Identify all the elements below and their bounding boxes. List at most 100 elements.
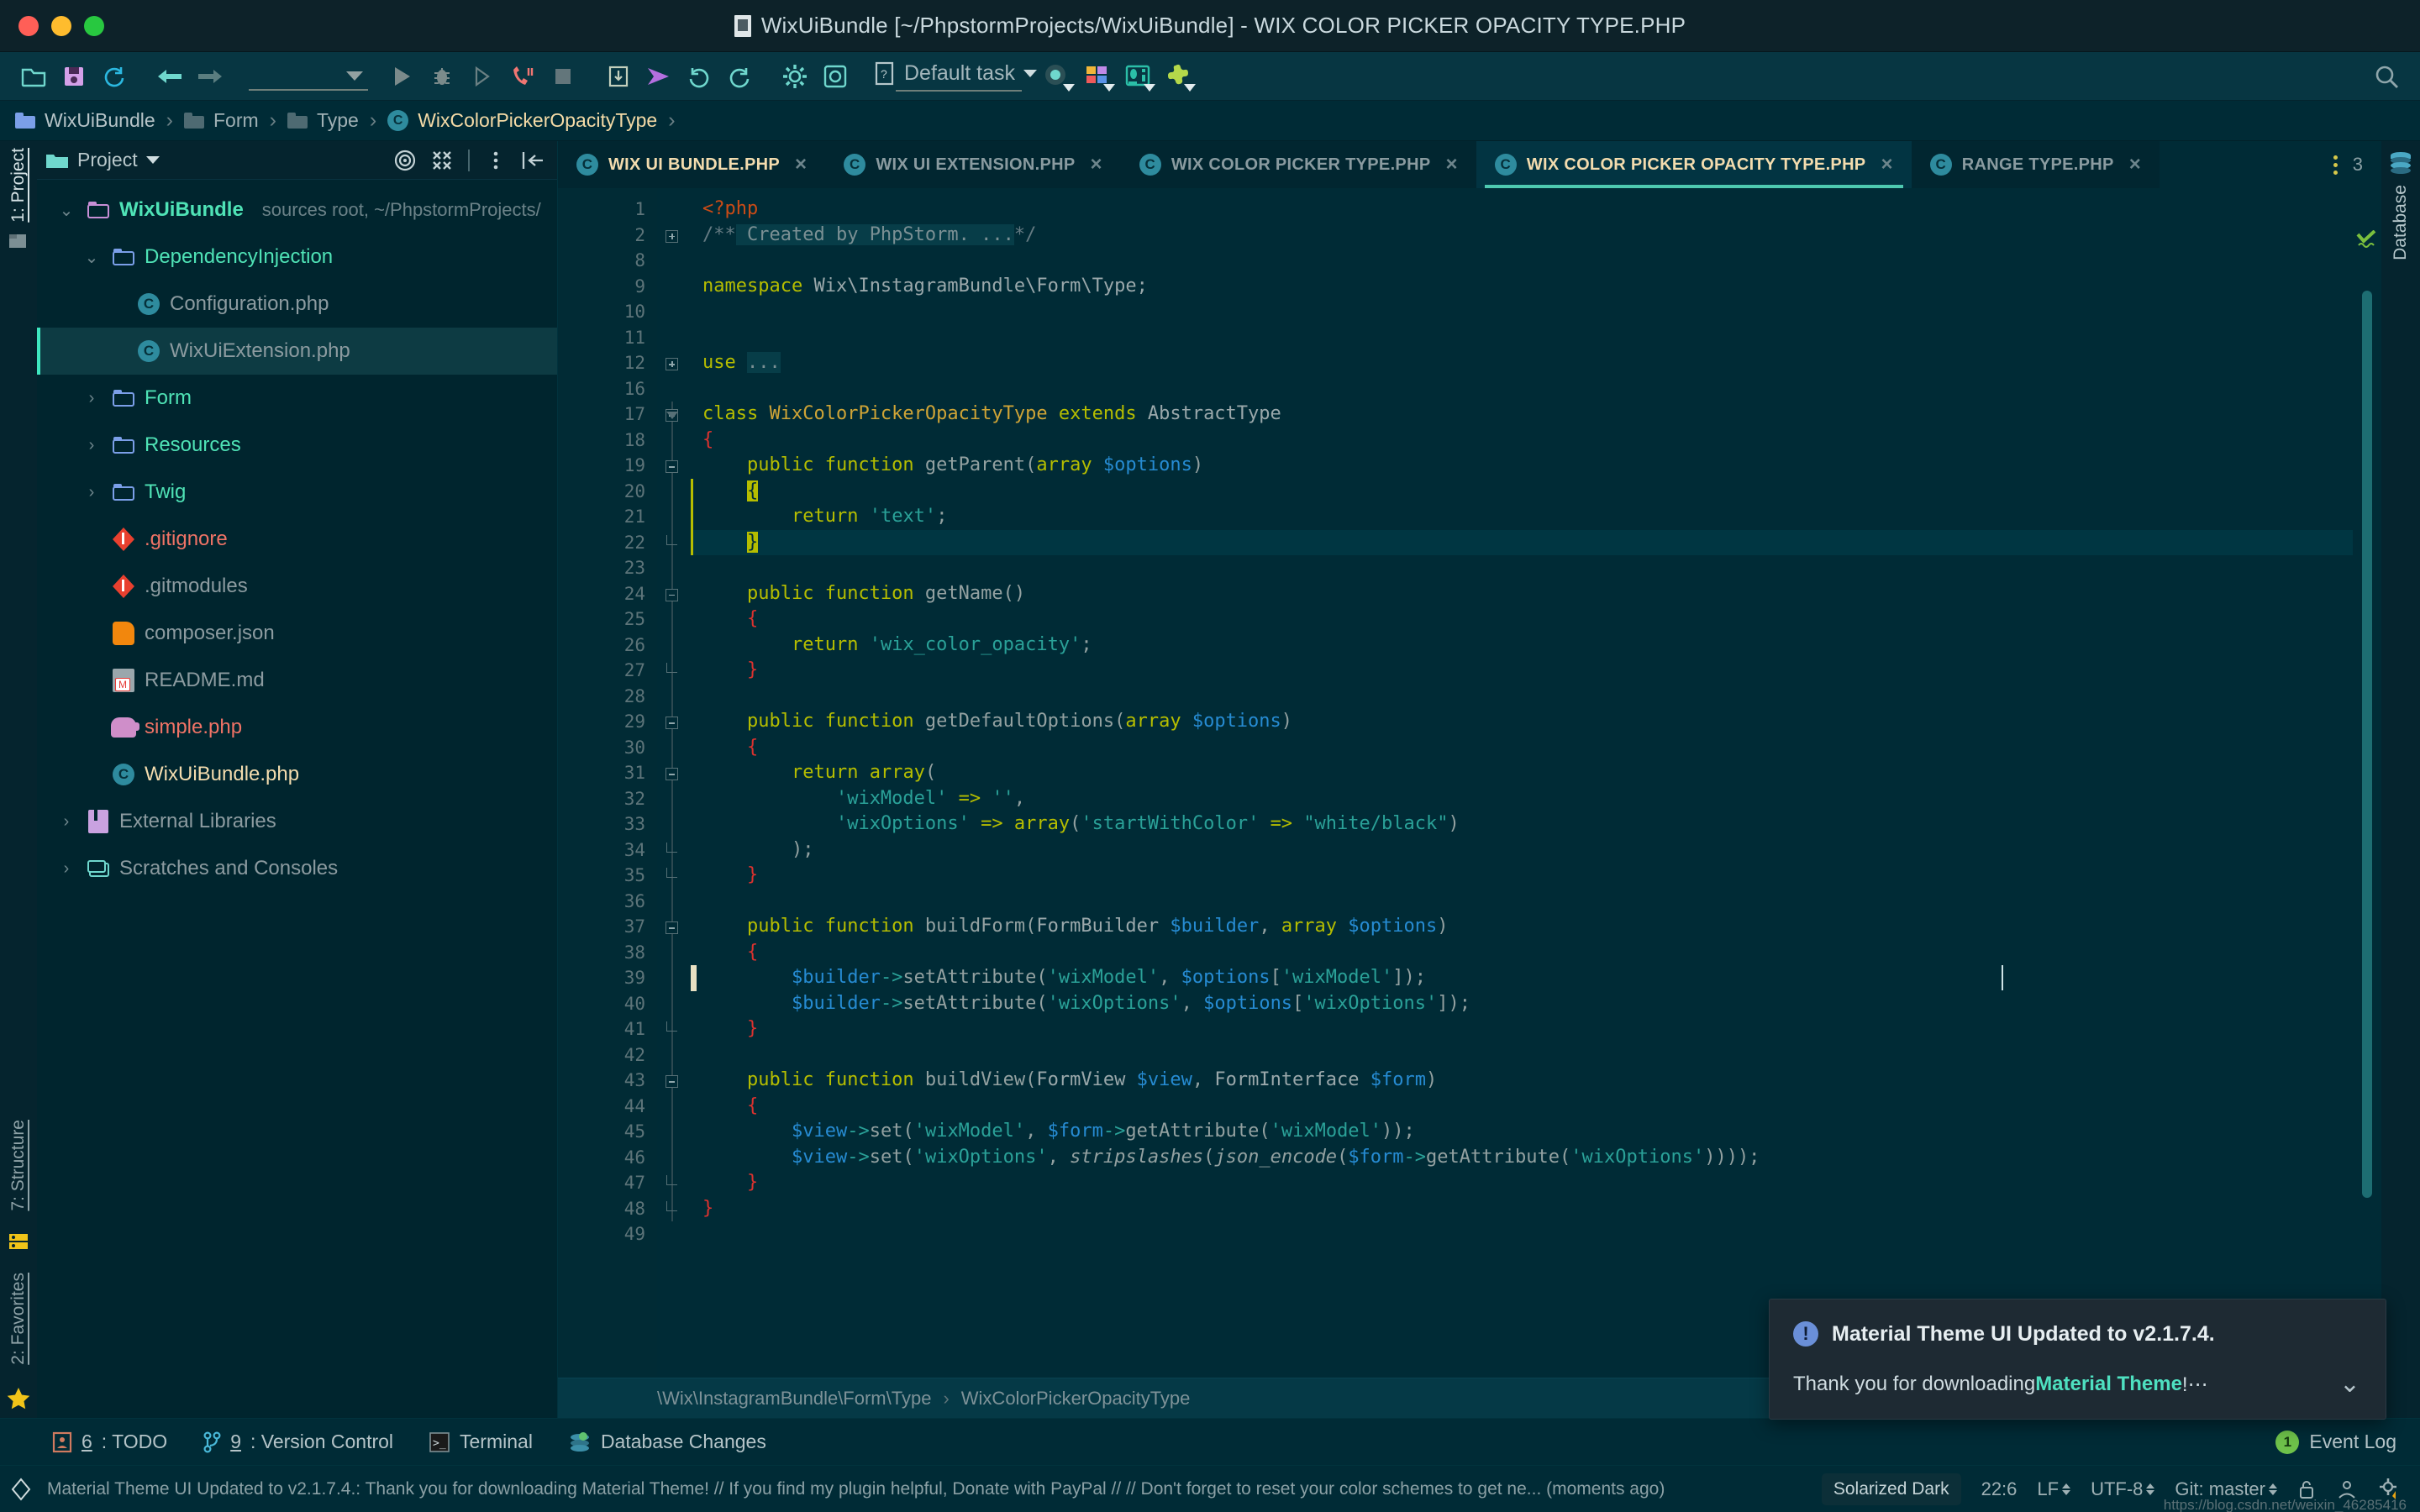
tree-item[interactable]: .gitmodules <box>37 563 557 610</box>
sidebar-item-database[interactable]: Database <box>2391 185 2411 260</box>
fold-marker[interactable] <box>657 274 691 300</box>
chevron-down-icon[interactable] <box>145 156 160 164</box>
code-line[interactable]: use ... <box>691 350 2353 376</box>
code-line[interactable]: $builder->setAttribute('wixOptions', $op… <box>691 991 2353 1017</box>
window-controls[interactable] <box>18 15 104 36</box>
encoding-selector[interactable]: UTF-8 <box>2091 1478 2155 1500</box>
close-icon[interactable]: × <box>2129 153 2141 176</box>
breadcrumb-item-3[interactable]: C WixColorPickerOpacityType <box>387 109 657 132</box>
project-tree[interactable]: ⌄ WixUiBundle sources root, ~/PhpstormProj… <box>37 180 557 1418</box>
tree-expand-arrow-icon[interactable]: › <box>55 859 77 879</box>
fold-marker[interactable] <box>657 709 691 735</box>
fold-marker[interactable] <box>657 1042 691 1068</box>
code-line[interactable]: { <box>691 735 2353 761</box>
fold-marker[interactable] <box>657 990 691 1016</box>
code-line[interactable]: } <box>691 1196 2353 1222</box>
tree-item[interactable]: › Scratches and Consoles <box>37 845 557 892</box>
code-line[interactable]: } <box>691 1016 2353 1042</box>
code-line[interactable]: $view->set('wixOptions', stripslashes(js… <box>691 1145 2353 1171</box>
run-with-coverage-icon[interactable] <box>462 59 502 94</box>
code-line[interactable]: ); <box>691 837 2353 864</box>
fold-collapse-icon[interactable] <box>666 768 678 780</box>
fold-marker[interactable] <box>657 1068 691 1094</box>
tab-options-kebab-icon[interactable] <box>2333 155 2338 175</box>
history-icon[interactable] <box>719 59 760 94</box>
close-icon[interactable]: × <box>1445 153 1457 176</box>
database-icon[interactable] <box>1118 59 1158 94</box>
code-content[interactable]: <?php /** Created by PhpStorm. ...*/ name… <box>691 188 2353 1378</box>
hide-panel-icon[interactable] <box>518 146 547 175</box>
tool-button-version-control[interactable]: 9: Version Control <box>203 1431 393 1453</box>
fold-collapse-icon[interactable] <box>666 921 678 934</box>
code-line[interactable]: { <box>691 606 2353 633</box>
code-line[interactable]: return 'wix_color_opacity'; <box>691 633 2353 659</box>
fold-marker[interactable] <box>657 939 691 965</box>
code-line[interactable] <box>691 248 2353 274</box>
notification-body-link[interactable]: Material Theme <box>2035 1373 2182 1396</box>
editor-tab[interactable]: C RANGE TYPE.PHP × <box>1911 141 2160 188</box>
editor-tab[interactable]: C WIX COLOR PICKER OPACITY TYPE.PHP × <box>1476 141 1912 188</box>
fold-marker[interactable] <box>657 606 691 633</box>
tab-overflow-count[interactable]: 3 <box>2353 154 2363 176</box>
fold-marker[interactable] <box>657 504 691 530</box>
code-line[interactable] <box>691 1221 2353 1247</box>
fold-collapse-icon[interactable] <box>666 1075 678 1088</box>
code-line[interactable]: { <box>691 940 2353 966</box>
fold-marker[interactable] <box>657 376 691 402</box>
open-folder-icon[interactable] <box>13 59 54 94</box>
structure-search-icon[interactable] <box>815 59 855 94</box>
code-line[interactable]: public function buildView(FormView $view… <box>691 1068 2353 1094</box>
fold-collapse-icon[interactable] <box>666 717 678 729</box>
inspection-ok-icon[interactable] <box>2356 230 2376 249</box>
breadcrumb-item-2[interactable]: Type <box>287 109 359 132</box>
fold-marker[interactable] <box>657 1016 691 1042</box>
line-separator-selector[interactable]: LF <box>2037 1478 2071 1500</box>
code-line[interactable] <box>691 889 2353 915</box>
tree-item[interactable]: C WixUiBundle.php <box>37 751 557 798</box>
event-log-button[interactable]: 1 Event Log <box>2275 1430 2420 1454</box>
update-project-icon[interactable] <box>598 59 639 94</box>
fold-marker[interactable] <box>657 1093 691 1119</box>
fold-expand-icon[interactable] <box>666 358 678 370</box>
forward-arrow-icon[interactable] <box>190 59 230 94</box>
search-icon[interactable] <box>2366 59 2407 94</box>
back-arrow-icon[interactable] <box>150 59 190 94</box>
breadcrumb-item-0[interactable]: WixUiBundle <box>15 109 155 132</box>
sidebar-item-favorites[interactable]: 2: Favorites <box>8 1273 29 1365</box>
fold-marker[interactable] <box>657 555 691 581</box>
tree-expand-arrow-icon[interactable]: › <box>81 389 103 408</box>
fold-marker[interactable] <box>657 223 691 249</box>
code-line[interactable] <box>691 1042 2353 1068</box>
code-line[interactable]: $builder->setAttribute('wixModel', $opti… <box>691 965 2353 991</box>
fold-marker[interactable] <box>657 888 691 914</box>
code-line[interactable]: public function buildForm(FormBuilder $b… <box>691 914 2353 940</box>
tree-item[interactable]: › Form <box>37 375 557 422</box>
editor-scrollbar-thumb[interactable] <box>2362 291 2372 1198</box>
locate-target-icon[interactable] <box>391 146 419 175</box>
fold-marker[interactable] <box>657 478 691 504</box>
sync-refresh-icon[interactable] <box>94 59 134 94</box>
code-folding-gutter[interactable] <box>657 188 691 1378</box>
code-line[interactable]: return 'text'; <box>691 504 2353 530</box>
code-line[interactable]: 'wixModel' => '', <box>691 786 2353 812</box>
fold-marker[interactable] <box>657 248 691 274</box>
code-line[interactable]: { <box>691 428 2353 454</box>
editor-breadcrumb-namespace[interactable]: \Wix\InstagramBundle\Form\Type <box>657 1388 931 1410</box>
save-all-icon[interactable] <box>54 59 94 94</box>
fold-marker[interactable] <box>657 914 691 940</box>
tool-button-terminal[interactable]: >_ Terminal <box>429 1431 533 1453</box>
fold-marker[interactable] <box>657 760 691 786</box>
tree-item[interactable]: .gitignore <box>37 516 557 563</box>
fold-marker[interactable] <box>657 658 691 684</box>
fold-marker[interactable] <box>657 1221 691 1247</box>
code-line[interactable]: return array( <box>691 760 2353 786</box>
fold-marker[interactable] <box>657 402 691 428</box>
close-icon[interactable]: × <box>1090 153 1102 176</box>
minimize-window-button[interactable] <box>51 15 71 36</box>
fold-marker[interactable] <box>657 965 691 991</box>
tree-expand-arrow-icon[interactable]: ⌄ <box>81 247 103 268</box>
fold-marker[interactable] <box>657 1144 691 1170</box>
close-window-button[interactable] <box>18 15 39 36</box>
tool-button-database-changes[interactable]: Database Changes <box>568 1431 766 1453</box>
code-line[interactable]: } <box>691 1170 2353 1196</box>
